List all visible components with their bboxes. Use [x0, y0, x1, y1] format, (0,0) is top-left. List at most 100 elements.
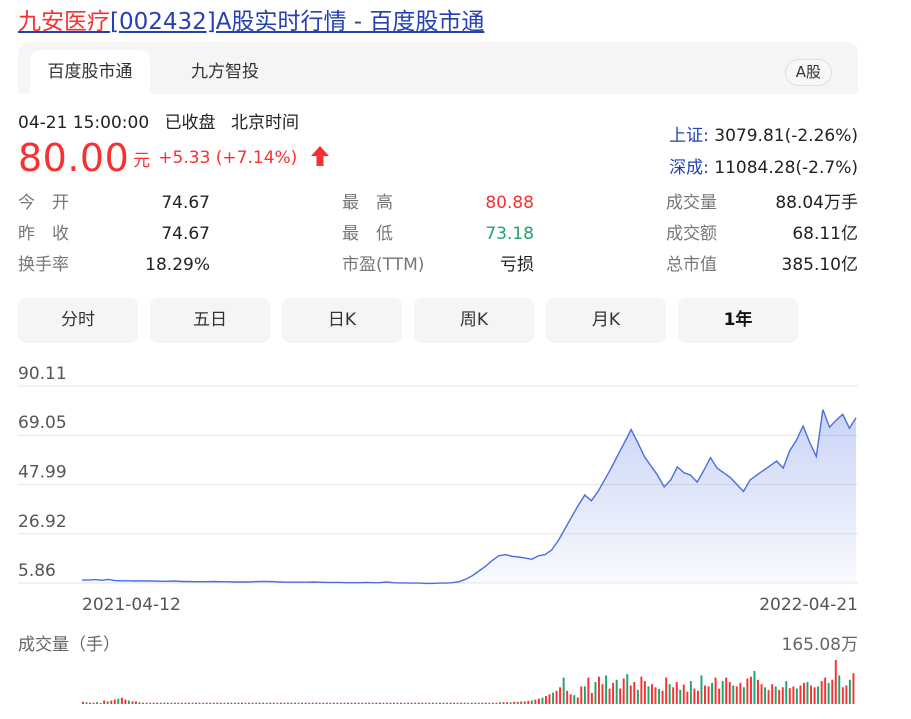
- stat-low: 最 低 73.18: [342, 224, 534, 244]
- volume-bar: [446, 702, 448, 704]
- volume-bar: [375, 702, 378, 704]
- index-value: 11084.28(-2.7%): [714, 158, 858, 178]
- page-title-link[interactable]: 九安医疗[002432]A股实时行情 - 百度股市通: [18, 2, 484, 36]
- volume-bar: [672, 687, 675, 704]
- volume-bar: [552, 692, 555, 704]
- y-tick-label: 47.99: [18, 462, 67, 482]
- volume-bar: [707, 686, 710, 704]
- volume-bar: [587, 677, 590, 704]
- volume-bar: [181, 702, 183, 704]
- volume-bar: [308, 702, 311, 704]
- volume-bar: [643, 681, 646, 704]
- current-price: 80.00: [18, 136, 130, 180]
- volume-bar: [686, 691, 689, 704]
- range-button-daily-k[interactable]: 日K: [282, 298, 402, 343]
- volume-bar: [626, 674, 629, 704]
- volume-bar: [803, 682, 805, 704]
- volume-bar: [746, 678, 749, 704]
- volume-bar: [226, 702, 229, 704]
- volume-bar: [163, 702, 166, 704]
- volume-bar: [718, 688, 721, 704]
- volume-bar: [272, 702, 275, 704]
- volume-bar: [704, 685, 706, 704]
- volume-bar: [400, 702, 403, 704]
- market-state: 已收盘: [164, 113, 216, 133]
- volume-bar: [841, 687, 844, 704]
- volume-bar: [647, 686, 650, 704]
- volume-bar: [492, 702, 494, 704]
- range-button-weekly-k[interactable]: 周K: [414, 298, 534, 343]
- volume-bar: [421, 702, 424, 704]
- volume-bar: [219, 702, 222, 704]
- price-chart[interactable]: 90.11 69.05 47.99 26.92 5.86 2021-04-12 2022-0…: [0, 350, 911, 719]
- volume-bar: [184, 702, 187, 704]
- volume-bar: [283, 702, 286, 704]
- volume-bar: [750, 676, 752, 704]
- market-badge[interactable]: A股: [784, 59, 832, 86]
- volume-bar: [435, 702, 438, 704]
- price-row: 80.00 元 +5.33 (+7.14%): [18, 136, 330, 180]
- tab-baidu-stock[interactable]: 百度股市通: [30, 50, 150, 94]
- quote-time: 04-21 15:00:00 已收盘 北京时间: [18, 108, 309, 133]
- volume-bar: [619, 688, 622, 704]
- volume-bar: [378, 702, 381, 704]
- volume-bar: [202, 702, 205, 704]
- volume-bar: [474, 702, 477, 704]
- volume-bar: [403, 702, 406, 704]
- range-button-intraday[interactable]: 分时: [18, 298, 138, 343]
- index-shanghai[interactable]: 上证: 3079.81(-2.26%): [669, 121, 858, 146]
- volume-bar: [679, 689, 682, 704]
- volume-bar: [693, 688, 696, 704]
- volume-bar: [318, 702, 321, 704]
- volume-bar: [325, 702, 328, 704]
- volume-bar: [732, 685, 735, 704]
- volume-bar: [834, 660, 837, 704]
- tab-jiufang[interactable]: 九方智投: [170, 50, 280, 94]
- volume-bar: [85, 702, 88, 704]
- volume-bar: [742, 687, 745, 704]
- volume-bar: [177, 702, 180, 704]
- volume-bar: [774, 686, 777, 704]
- volume-bar: [583, 686, 586, 704]
- volume-bar: [304, 702, 307, 704]
- volume-bar: [516, 701, 519, 704]
- volume-bar: [530, 700, 533, 704]
- volume-bar: [463, 702, 466, 704]
- volume-bar: [82, 701, 84, 704]
- volume-bar: [608, 688, 611, 704]
- volume-title: 成交量（手）: [18, 635, 120, 655]
- quote-stats: 今 开 74.67 昨 收 74.67 换手率 18.29% 最 高 80.88…: [18, 188, 858, 284]
- volume-bar: [495, 702, 498, 704]
- volume-bar: [725, 677, 728, 704]
- range-button-five-day[interactable]: 五日: [150, 298, 270, 343]
- volume-bar: [393, 702, 395, 704]
- volume-bar: [764, 687, 767, 704]
- volume-bar: [117, 698, 120, 704]
- range-button-one-year[interactable]: 1年: [678, 298, 798, 343]
- volume-bar: [573, 695, 576, 704]
- volume-bar: [113, 699, 116, 704]
- quote-datetime: 04-21 15:00:00: [18, 113, 150, 133]
- y-tick-label: 90.11: [18, 364, 67, 384]
- volume-bar: [89, 702, 92, 704]
- volume-bar: [590, 693, 593, 704]
- volume-bar: [569, 694, 572, 704]
- volume-bar: [788, 688, 791, 704]
- volume-bar: [156, 702, 159, 704]
- volume-bar: [484, 702, 487, 704]
- volume-bar: [456, 702, 459, 704]
- volume-bar: [396, 702, 399, 704]
- volume-bar: [329, 702, 332, 704]
- volume-bar: [428, 702, 431, 704]
- range-button-monthly-k[interactable]: 月K: [546, 298, 666, 343]
- volume-bar: [120, 697, 123, 704]
- volume-bar: [251, 702, 254, 704]
- volume-bar: [269, 702, 272, 704]
- index-shenzhen[interactable]: 深成: 11084.28(-2.7%): [669, 153, 858, 178]
- volume-bar: [714, 677, 717, 704]
- volume-bar: [792, 686, 795, 704]
- volume-bar: [138, 702, 141, 704]
- volume-bar: [287, 702, 289, 704]
- volume-bar: [361, 702, 364, 704]
- volume-bar: [735, 686, 738, 704]
